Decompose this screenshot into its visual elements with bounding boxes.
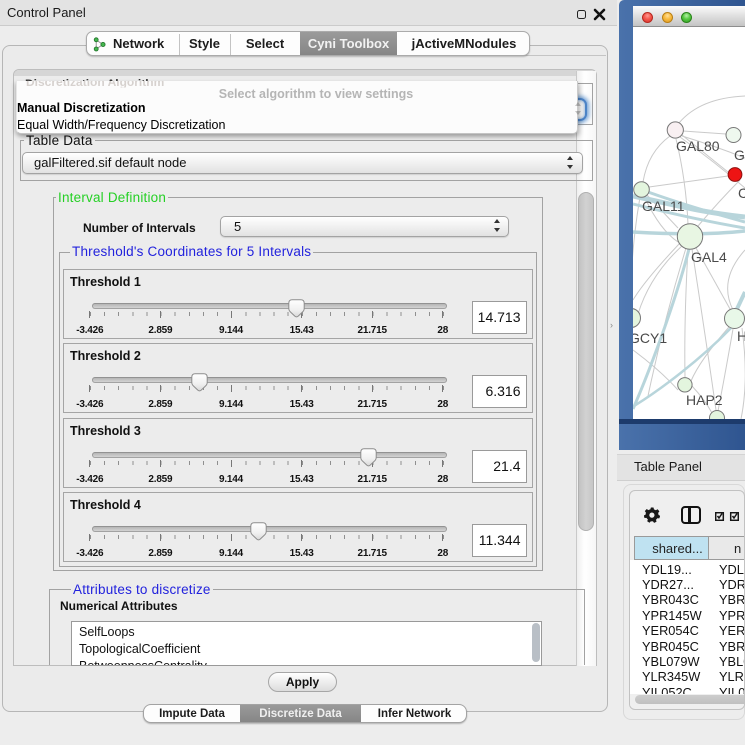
svg-text:GAL80: GAL80 (676, 138, 720, 154)
svg-text:CY: CY (738, 185, 745, 201)
svg-text:HAP2: HAP2 (686, 392, 723, 408)
svg-text:GA: GA (734, 147, 745, 163)
svg-text:HI: HI (737, 328, 745, 344)
svg-text:GAL4: GAL4 (691, 249, 727, 265)
svg-text:GAL11: GAL11 (642, 198, 685, 214)
svg-text:GCY1: GCY1 (633, 330, 667, 346)
